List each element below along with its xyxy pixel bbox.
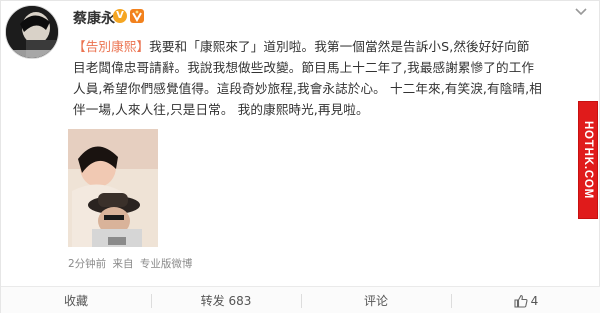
verified-badge-icon: V: [113, 9, 127, 23]
watermark-text: HOTHK.COM: [582, 120, 594, 200]
action-bar: 收藏 转发 683 评论 4: [1, 286, 600, 313]
site-watermark: HOTHK.COM: [578, 101, 598, 219]
repost-label: 转发 683: [200, 294, 252, 308]
favorite-button[interactable]: 收藏: [1, 287, 151, 313]
post-meta: 2分钟前 来自 专业版微博: [68, 256, 195, 271]
post-line-3: 人員,希望你們感覺值得。這段奇妙旅程,我會永誌於心。 十二年來,有笑淚,有陰晴,…: [73, 81, 542, 96]
post-photo[interactable]: [68, 129, 158, 247]
avatar[interactable]: [5, 5, 59, 59]
post-line-4: 伴一場,人來人往,只是日常。 我的康熙時光,再見啦。: [73, 102, 369, 117]
like-count: 4: [530, 294, 539, 308]
post-line-2: 目老闆偉忠哥請辭。我說我想做些改變。節目馬上十二年了,我最感謝累慘了的工作: [73, 60, 535, 75]
comment-button[interactable]: 评论: [301, 287, 451, 313]
vip-badge-icon: [130, 9, 144, 23]
from-label: 来自: [112, 258, 134, 270]
username[interactable]: 蔡康永: [73, 8, 115, 28]
weibo-post-card: 蔡康永 V 【告別康熙】我要和「康熙來了」道別啦。我第一個當然是告訴小S,然後好…: [0, 0, 600, 313]
hashtag-link[interactable]: 【告別康熙】: [73, 39, 149, 54]
like-button[interactable]: 4: [451, 287, 600, 313]
favorite-label: 收藏: [63, 294, 88, 308]
comment-label: 评论: [363, 294, 388, 308]
thumbs-up-icon: [514, 290, 528, 313]
post-line-1: 【告別康熙】我要和「康熙來了」道別啦。我第一個當然是告訴小S,然後好好向節: [73, 36, 581, 57]
chevron-down-icon[interactable]: [573, 4, 589, 18]
repost-button[interactable]: 转发 683: [151, 287, 301, 313]
post-source[interactable]: 专业版微博: [140, 258, 193, 270]
post-time[interactable]: 2分钟前: [68, 258, 106, 270]
post-line-1-text: 我要和「康熙來了」道別啦。我第一個當然是告訴小S,然後好好向節: [149, 39, 530, 54]
post-text: 【告別康熙】我要和「康熙來了」道別啦。我第一個當然是告訴小S,然後好好向節 目老…: [73, 36, 581, 120]
